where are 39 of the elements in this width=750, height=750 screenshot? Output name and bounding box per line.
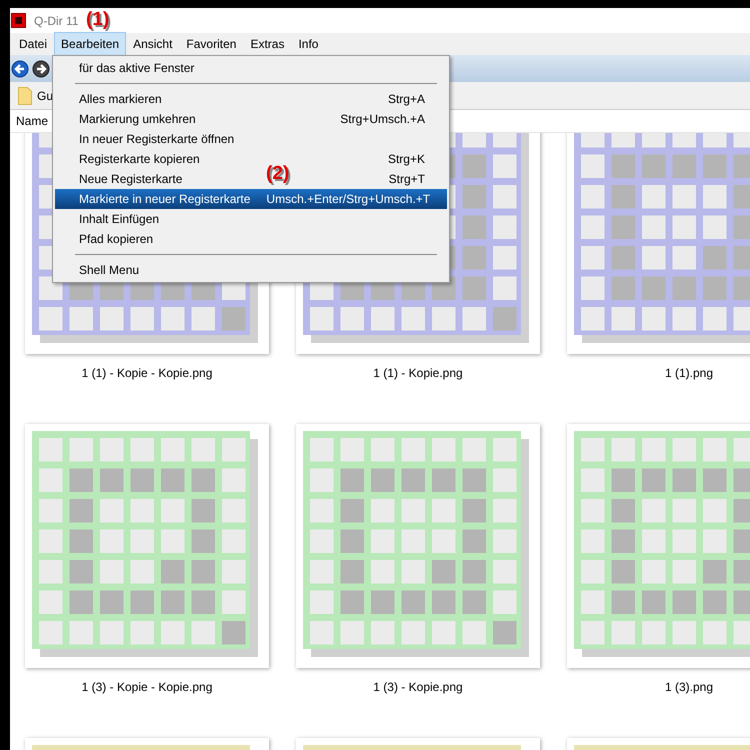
menu-item[interactable]: für das aktive Fenster (79, 59, 194, 77)
menu-item[interactable]: Markierung umkehren (79, 110, 196, 128)
menu-item[interactable]: Favoriten (179, 32, 244, 56)
image-thumbnail[interactable] (296, 424, 540, 668)
menu-item[interactable]: Ansicht (126, 32, 180, 56)
tab-label[interactable]: Gu (37, 86, 54, 104)
menu-item[interactable]: Shell Menu (79, 261, 140, 279)
shortcut-text: Umsch.+Enter/Strg+Umsch.+T (266, 191, 430, 208)
annotation-label: (1) (86, 10, 110, 29)
menu-item[interactable]: Registerkarte kopieren (79, 150, 200, 168)
window-title: Q-Dir 11 (34, 12, 78, 30)
menu-item[interactable]: Extras (243, 32, 292, 56)
shortcut-text: Strg+T (388, 171, 425, 188)
image-thumbnail[interactable] (25, 424, 269, 668)
folder-icon (18, 86, 32, 104)
annotation-label: (2) (266, 164, 290, 183)
file-name: 1 (3).png (664, 679, 714, 696)
forward-icon[interactable] (32, 60, 50, 78)
app-icon (11, 13, 26, 28)
menu-item[interactable]: Bearbeiten (54, 32, 126, 56)
menu-item[interactable]: Pfad kopieren (79, 230, 154, 248)
file-name: 1 (1) - Kopie - Kopie.png (82, 365, 212, 382)
file-name: 1 (3) - Kopie.png (373, 679, 463, 696)
file-name: 1 (3) - Kopie - Kopie.png (82, 679, 212, 696)
menu-item[interactable]: Alles markieren (79, 90, 162, 108)
column-header[interactable]: Name (16, 112, 48, 130)
shortcut-text: Strg+Umsch.+A (340, 111, 425, 128)
file-name: 1 (1) - Kopie.png (373, 365, 463, 382)
shortcut-text: Strg+A (388, 91, 425, 108)
shortcut-text: Strg+K (388, 151, 425, 168)
back-icon[interactable] (11, 60, 29, 78)
file-name: 1 (1).png (664, 365, 714, 382)
menu-item[interactable]: Datei (12, 32, 54, 56)
menu-item[interactable]: In neuer Registerkarte öffnen (79, 130, 234, 148)
menu-item[interactable]: Markierte in neuer Registerkarte (79, 190, 250, 208)
image-thumbnail[interactable] (567, 424, 750, 668)
menu-item[interactable]: Inhalt Einfügen (79, 210, 160, 228)
menu-item[interactable]: Info (291, 32, 326, 56)
menu-item[interactable]: Neue Registerkarte (79, 170, 182, 188)
